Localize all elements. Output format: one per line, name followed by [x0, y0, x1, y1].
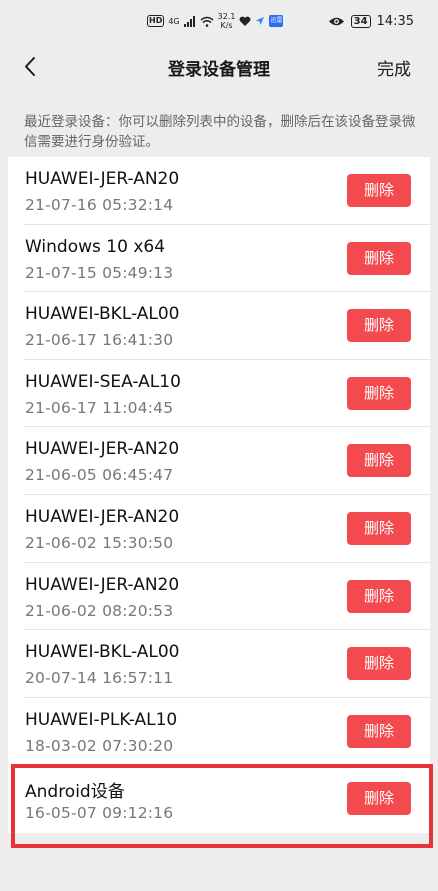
device-login-time: 20-07-14 16:57:11 — [25, 669, 174, 688]
device-name: HUAWEI-PLK-AL10 — [25, 709, 178, 730]
device-name: Windows 10 x64 — [25, 236, 166, 257]
delete-device-button[interactable]: 删除 — [347, 174, 411, 207]
device-name: HUAWEI-BKL-AL00 — [25, 642, 180, 663]
location-arrow-icon — [256, 17, 265, 25]
device-name: HUAWEI-JER-AN20 — [25, 169, 180, 189]
device-row: HUAWEI-PLK-AL10 18-03-02 07:30:20 删除 — [8, 698, 430, 766]
device-login-time: 21-07-16 05:32:14 — [25, 196, 174, 214]
device-login-time: 21-06-05 06:45:47 — [25, 466, 174, 485]
status-icons-right: 34 14:35 — [328, 12, 414, 30]
delete-device-button[interactable]: 删除 — [347, 647, 411, 681]
device-row: Windows 10 x64 21-07-15 05:49:13 删除 — [8, 225, 430, 293]
signal-icon — [183, 15, 195, 27]
device-name: Android设备 — [25, 782, 125, 803]
done-button[interactable]: 完成 — [377, 55, 411, 80]
device-login-time: 21-07-15 05:49:13 — [25, 263, 174, 282]
device-name: HUAWEI-BKL-AL00 — [25, 304, 180, 325]
network-speed-unit: K/s — [220, 21, 233, 30]
nav-bar: 登录设备管理 完成 — [0, 42, 438, 92]
device-row: Android设备 16-05-07 09:12:16 删除 — [8, 765, 430, 833]
device-name: HUAWEI-JER-AN20 — [25, 506, 180, 527]
eye-icon — [328, 17, 344, 25]
delete-device-button[interactable]: 删除 — [347, 579, 411, 613]
delete-device-button[interactable]: 删除 — [347, 511, 411, 545]
notice-text: 最近登录设备：你可以删除列表中的设备，删除后在该设备登录微信需要进行身份验证。 — [24, 114, 416, 150]
device-row: HUAWEI-SEA-AL10 21-06-17 11:04:45 删除 — [8, 360, 430, 428]
device-login-time: 18-03-02 07:30:20 — [25, 736, 174, 755]
app-notification-icon: 迅雷 — [269, 15, 284, 27]
hd-icon: HD — [147, 15, 165, 27]
network-speed-value: 32.1 — [217, 12, 236, 21]
device-login-time: 21-06-02 15:30:50 — [25, 533, 174, 552]
device-login-time: 16-05-07 09:12:16 — [25, 804, 174, 823]
device-name: HUAWEI-SEA-AL10 — [25, 371, 181, 392]
network-type-label: 4G — [168, 16, 180, 26]
battery-indicator: 34 — [350, 14, 371, 28]
device-row: HUAWEI-JER-AN20 21-07-16 05:32:14 删除 — [8, 157, 430, 225]
device-name: HUAWEI-JER-AN20 — [25, 439, 180, 460]
delete-device-button[interactable]: 删除 — [347, 241, 411, 275]
device-row: HUAWEI-BKL-AL00 20-07-14 16:57:11 删除 — [8, 630, 430, 698]
status-bar: HD 4G 32.1 K/s 迅雷 34 14:35 — [0, 0, 438, 42]
delete-device-button[interactable]: 删除 — [347, 782, 411, 816]
delete-device-button[interactable]: 删除 — [347, 444, 411, 478]
delete-device-button[interactable]: 删除 — [347, 309, 411, 343]
status-icons-left: HD 4G 32.1 K/s 迅雷 — [147, 12, 284, 30]
device-row: HUAWEI-JER-AN20 21-06-02 08:20:53 删除 — [8, 563, 430, 631]
status-time: 14:35 — [376, 13, 414, 29]
device-login-time: 21-06-02 08:20:53 — [25, 601, 174, 620]
device-login-time: 21-06-17 16:41:30 — [25, 331, 174, 350]
delete-device-button[interactable]: 删除 — [347, 376, 411, 410]
device-login-time: 21-06-17 11:04:45 — [25, 398, 174, 417]
device-row: HUAWEI-JER-AN20 21-06-02 15:30:50 删除 — [8, 495, 430, 563]
device-list: HUAWEI-JER-AN20 21-07-16 05:32:14 删除 Window… — [8, 157, 430, 833]
device-name: HUAWEI-JER-AN20 — [25, 574, 180, 595]
network-speed: 32.1 K/s — [218, 12, 236, 30]
device-row: HUAWEI-BKL-AL00 21-06-17 16:41:30 删除 — [8, 292, 430, 360]
delete-device-button[interactable]: 删除 — [347, 714, 411, 748]
heart-icon — [240, 16, 251, 26]
device-row: HUAWEI-JER-AN20 21-06-05 06:45:47 删除 — [8, 427, 430, 495]
wifi-icon — [200, 16, 214, 27]
page-title: 登录设备管理 — [168, 60, 270, 80]
